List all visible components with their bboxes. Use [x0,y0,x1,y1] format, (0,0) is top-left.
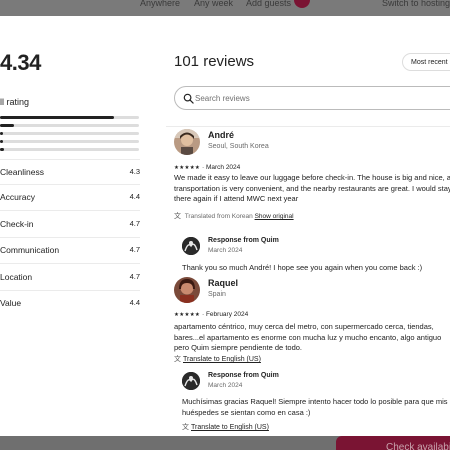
category-label: Value [0,298,22,308]
host-response: Response from Quim March 2024 Muchísimas… [182,372,450,436]
rating-bar-fill [0,124,14,127]
host-response: Response from Quim March 2024 Thank you … [182,237,450,279]
response-date: March 2024 [208,382,243,389]
translate-link-label: Translate to English (US) [183,356,261,363]
rating-bar-4 [0,124,139,127]
reviewer-avatar[interactable] [174,129,200,155]
review-text-line: bares...el apartamento es enorme con muc… [174,332,442,342]
bg-nav-any-week: Any week [194,0,234,8]
response-text-line: Thank you so much André! I hope see you … [182,263,423,272]
review-item: Raquel Spain ★★★★★ · February 2024 apart… [174,277,450,436]
category-value: 4.3 [129,167,140,176]
show-original-link[interactable]: Show original [255,213,294,220]
review-text-line: pero Quim siempre pendiente de todo. [174,343,302,352]
host-avatar[interactable] [182,237,200,255]
translation-note: 文 Translated from Korean Show original [174,211,294,221]
reviews-count-title: 101 reviews [174,53,255,70]
translate-link[interactable]: 文 Translate to English (US) [174,354,261,364]
reviewer-avatar[interactable] [174,277,200,303]
response-text: Thank you so much André! I hope see you … [182,263,450,274]
rating-bar-2 [0,140,139,143]
host-avatar[interactable] [182,372,200,390]
rating-bar-5 [0,116,139,119]
search-input[interactable] [195,92,445,105]
category-cleanliness: Cleanliness 4.3 [0,159,140,185]
reviewer-location: Seoul, South Korea [208,143,269,150]
review-text-line: apartamento céntrico, muy cerca del metr… [174,322,434,331]
translate-icon: 文 [174,356,181,363]
category-label: Check-in [0,219,34,229]
reviewer-name: André [208,130,235,140]
category-label: Accuracy [0,192,35,202]
bg-check-availability-button: Check availability [336,436,450,450]
translate-link[interactable]: 文 Translate to English (US) [182,422,269,432]
reviewer-name: Raquel [208,278,239,288]
category-value: 4.4 [129,298,140,307]
bg-nav-add-guests: Add guests [246,0,292,8]
translate-link-label: Translate to English (US) [191,424,269,431]
translate-icon: 文 [174,213,181,220]
reviews-modal: 4.34 ll rating Cleanliness 4.3 Accuracy … [0,16,450,436]
translated-from-label: Translated from Korean [184,213,253,220]
review-date: March 2024 [205,164,241,171]
translate-icon: 文 [182,424,189,431]
header-divider [166,126,450,127]
rating-bar-fill [0,116,114,119]
rating-bar-fill [0,148,5,151]
search-reviews-box[interactable] [174,86,450,110]
category-value: 4.7 [129,219,140,228]
overall-score: 4.34 [0,50,41,75]
review-date: February 2024 [205,311,249,318]
category-location: Location 4.7 [0,265,140,291]
review-rating-date: ★★★★★ · March 2024 [174,164,241,171]
rating-bar-fill [0,132,3,135]
response-text-line: huéspedes se sientan como en casa :) [182,407,311,417]
star-rating-icon: ★★★★★ [174,312,201,318]
reviewer-location: Spain [208,291,226,298]
review-rating-date: ★★★★★ · February 2024 [174,311,249,318]
bg-nav-anywhere: Anywhere [140,0,181,8]
category-label: Communication [0,245,60,255]
category-value: 4.7 [129,272,140,281]
category-communication: Communication 4.7 [0,238,140,264]
category-value: Value 4.4 [0,291,140,317]
response-from-label: Response from Quim [208,372,279,379]
rating-bar-3 [0,132,139,135]
star-rating-icon: ★★★★★ [174,165,201,171]
bg-switch-hosting: Switch to hosting [382,0,450,8]
review-text-line: there again if I attend MWC next year [174,194,299,203]
category-value: 4.7 [129,245,140,254]
sort-dropdown-button[interactable]: Most recent [402,53,450,71]
review-text: apartamento céntrico, muy cerca del metr… [174,322,450,354]
response-text: Muchísimas gracias Raquel! Siempre inten… [182,397,450,418]
search-icon [183,93,194,104]
category-label: Location [0,272,33,282]
response-from-label: Response from Quim [208,237,279,244]
review-text-line: transportation is very convenient, and t… [174,183,450,193]
bg-search-button [294,0,310,8]
review-text-line: We made it easy to leave our luggage bef… [174,173,450,182]
rating-bar-1 [0,148,139,151]
category-check-in: Check-in 4.7 [0,212,140,238]
review-item: André Seoul, South Korea ★★★★★ · March 2… [174,129,450,279]
rating-bar-fill [0,140,3,143]
category-value: 4.4 [129,192,140,201]
review-text: We made it easy to leave our luggage bef… [174,173,450,205]
response-text-line: Muchísimas gracias Raquel! Siempre inten… [182,397,448,406]
background-top-bar: Anywhere Any week Add guests Switch to h… [0,0,450,16]
overall-rating-label: ll rating [0,97,30,107]
category-accuracy: Accuracy 4.4 [0,185,140,211]
category-label: Cleanliness [0,167,44,177]
response-date: March 2024 [208,247,243,254]
